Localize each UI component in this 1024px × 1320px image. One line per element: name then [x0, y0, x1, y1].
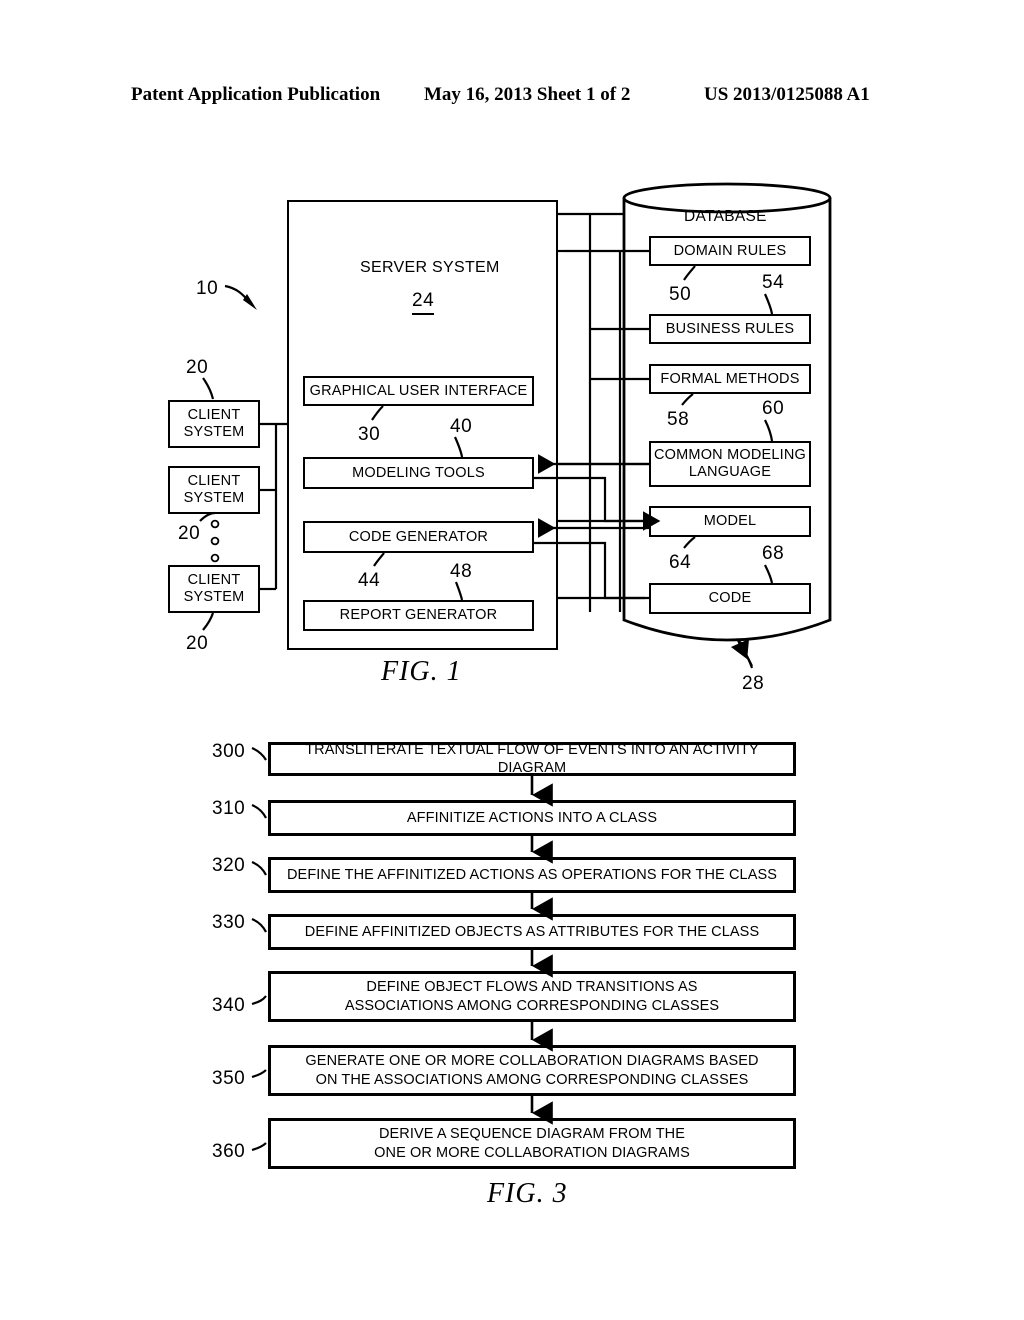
db-item-code: CODE — [649, 583, 811, 614]
db-item-domain-rules: DOMAIN RULES — [649, 236, 811, 266]
flow-step-360-text: DERIVE A SEQUENCE DIAGRAM FROM THE ONE O… — [374, 1126, 690, 1161]
ref-360: 360 — [212, 1141, 246, 1162]
client-system-3: CLIENT SYSTEM — [168, 565, 260, 613]
client-system-2-line1: CLIENT — [187, 473, 241, 490]
client-system-1-line1: CLIENT — [187, 407, 241, 424]
db-item-cml-line1: COMMON MODELING — [653, 447, 807, 464]
flow-step-340: DEFINE OBJECT FLOWS AND TRANSITIONS AS A… — [268, 971, 796, 1022]
ref-20-client-2: 20 — [178, 523, 201, 544]
ref-300: 300 — [212, 741, 246, 762]
server-system-ref: 24 — [412, 290, 435, 315]
ref-340: 340 — [212, 995, 246, 1016]
client-system-1: CLIENT SYSTEM — [168, 400, 260, 448]
flow-step-300: TRANSLITERATE TEXTUAL FLOW OF EVENTS INT… — [268, 742, 796, 776]
db-item-business-rules-label: BUSINESS RULES — [665, 320, 795, 337]
db-item-model-label: MODEL — [703, 513, 757, 530]
flow-step-310-text: AFFINITIZE ACTIONS INTO A CLASS — [406, 809, 658, 826]
ref-60: 60 — [762, 398, 785, 419]
flowchart-ref-leaders — [251, 746, 267, 1152]
figure-1-caption: FIG. 1 — [381, 656, 462, 687]
page-header: Patent Application Publication May 16, 2… — [0, 84, 1024, 114]
ref-54: 54 — [762, 272, 785, 293]
client-to-server-bus — [260, 422, 287, 591]
flow-step-320: DEFINE THE AFFINITIZED ACTIONS AS OPERAT… — [268, 857, 796, 893]
flow-step-320-text: DEFINE THE AFFINITIZED ACTIONS AS OPERAT… — [286, 866, 778, 883]
module-report-generator: REPORT GENERATOR — [303, 600, 534, 631]
publication-type-label: Patent Application Publication — [131, 84, 381, 105]
ref-10-system: 10 — [196, 278, 219, 299]
module-modeling-tools: MODELING TOOLS — [303, 457, 534, 489]
flow-step-300-text: TRANSLITERATE TEXTUAL FLOW OF EVENTS INT… — [305, 741, 759, 776]
client-system-3-line1: CLIENT — [187, 572, 241, 589]
db-item-business-rules: BUSINESS RULES — [649, 314, 811, 344]
ref-330: 330 — [212, 912, 246, 933]
database-title: DATABASE — [684, 208, 767, 225]
publication-number: US 2013/0125088 A1 — [704, 84, 870, 105]
flow-step-340-text: DEFINE OBJECT FLOWS AND TRANSITIONS AS A… — [344, 979, 720, 1014]
ref-20-client-1: 20 — [186, 357, 209, 378]
ref-58: 58 — [667, 409, 690, 430]
flow-step-360: DERIVE A SEQUENCE DIAGRAM FROM THE ONE O… — [268, 1118, 796, 1169]
module-report-generator-label: REPORT GENERATOR — [339, 607, 498, 624]
client-ellipsis-dots — [210, 519, 220, 563]
flow-step-350-text: GENERATE ONE OR MORE COLLABORATION DIAGR… — [305, 1053, 759, 1088]
db-item-formal-methods: FORMAL METHODS — [649, 364, 811, 394]
ref-68: 68 — [762, 543, 785, 564]
flow-step-310: AFFINITIZE ACTIONS INTO A CLASS — [268, 800, 796, 836]
db-item-model: MODEL — [649, 506, 811, 537]
ref-64: 64 — [669, 552, 692, 573]
ref-28-database: 28 — [742, 673, 765, 694]
ref-40: 40 — [450, 416, 473, 437]
client-system-3-line2: SYSTEM — [183, 589, 245, 605]
ref-310: 310 — [212, 798, 246, 819]
ref-44: 44 — [358, 570, 381, 591]
ref-48: 48 — [450, 561, 473, 582]
module-graphical-user-interface: GRAPHICAL USER INTERFACE — [303, 376, 534, 406]
ref-350: 350 — [212, 1068, 246, 1089]
db-item-domain-rules-label: DOMAIN RULES — [673, 242, 787, 259]
db-item-formal-methods-label: FORMAL METHODS — [660, 370, 800, 387]
ref-30: 30 — [358, 424, 381, 445]
module-code-generator: CODE GENERATOR — [303, 521, 534, 553]
ref-320: 320 — [212, 855, 246, 876]
module-code-generator-label: CODE GENERATOR — [348, 528, 489, 545]
db-item-code-label: CODE — [708, 590, 752, 607]
ref-50: 50 — [669, 284, 692, 305]
client-system-1-line2: SYSTEM — [183, 424, 245, 440]
db-item-common-modeling-language: COMMON MODELING LANGUAGE — [649, 441, 811, 487]
flow-step-330-text: DEFINE AFFINITIZED OBJECTS AS ATTRIBUTES… — [304, 923, 760, 940]
figure-3-caption: FIG. 3 — [487, 1178, 568, 1209]
client-system-2-line2: SYSTEM — [183, 490, 245, 506]
module-gui-label: GRAPHICAL USER INTERFACE — [309, 382, 528, 399]
publication-date-sheet: May 16, 2013 Sheet 1 of 2 — [424, 84, 631, 105]
ref-20-client-3: 20 — [186, 633, 209, 654]
server-system-title: SERVER SYSTEM — [360, 259, 500, 276]
flow-step-350: GENERATE ONE OR MORE COLLABORATION DIAGR… — [268, 1045, 796, 1096]
module-modeling-tools-label: MODELING TOOLS — [352, 464, 485, 481]
flow-step-330: DEFINE AFFINITIZED OBJECTS AS ATTRIBUTES… — [268, 914, 796, 950]
client-system-2: CLIENT SYSTEM — [168, 466, 260, 514]
db-item-cml-line2: LANGUAGE — [688, 464, 772, 480]
